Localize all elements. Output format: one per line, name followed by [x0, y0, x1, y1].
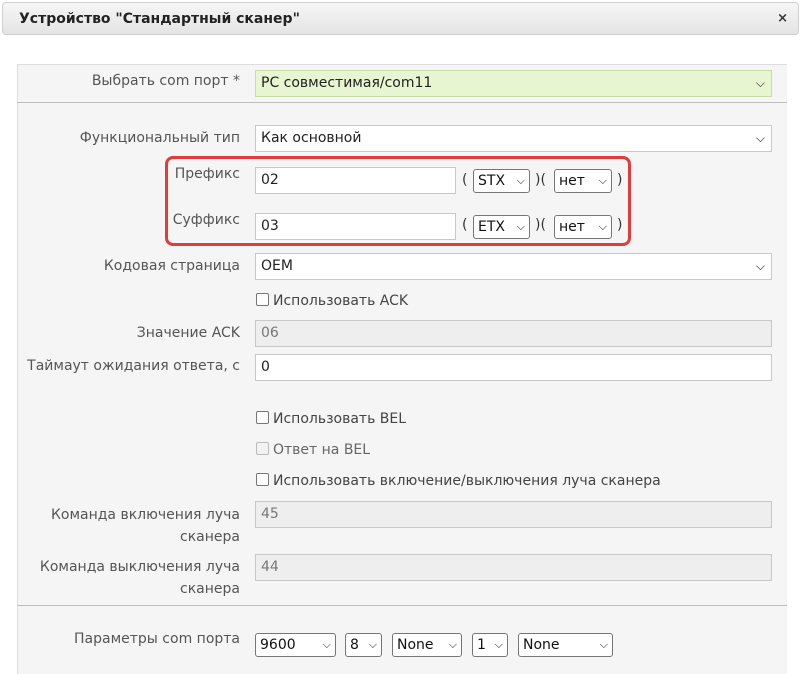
- codepage-value: OEM: [261, 258, 293, 274]
- flow-select[interactable]: None ⌵: [518, 633, 613, 657]
- chevron-down-icon: ⌵: [322, 638, 331, 651]
- bel-reply-label: Ответ на BEL: [273, 442, 371, 458]
- chevron-down-icon: ⌵: [448, 638, 457, 651]
- chevron-down-icon: ⌵: [494, 638, 503, 651]
- use-ack-label: Использовать ACK: [273, 293, 409, 309]
- timeout-label: Таймаут ожидания ответа, с: [27, 358, 240, 374]
- baud-value: 9600: [260, 637, 296, 653]
- use-ack-checkbox[interactable]: Использовать ACK: [256, 293, 408, 309]
- bits-value: 8: [350, 637, 359, 653]
- checkbox-box[interactable]: [256, 411, 269, 424]
- bel-reply-checkbox: Ответ на BEL: [256, 442, 370, 458]
- use-bel-label: Использовать BEL: [273, 411, 407, 427]
- chevron-down-icon: ⌵: [755, 131, 765, 145]
- close-icon[interactable]: ×: [777, 11, 788, 26]
- chevron-down-icon: ⌵: [368, 638, 377, 651]
- dialog-titlebar: Устройство "Стандартный сканер" ×: [2, 2, 799, 35]
- divider: [17, 102, 787, 103]
- dialog-title: Устройство "Стандартный сканер": [19, 11, 300, 27]
- stop-value: 1: [477, 637, 486, 653]
- beam-off-label: Команда выключения луча сканера: [39, 559, 240, 597]
- beam-off-field: 44: [255, 554, 772, 581]
- com-port-value: PC совместимая/com11: [261, 75, 433, 91]
- baud-select[interactable]: 9600 ⌵: [255, 633, 336, 657]
- divider: [17, 605, 787, 606]
- func-type-select[interactable]: Как основной ⌵: [255, 125, 772, 152]
- codepage-select[interactable]: OEM ⌵: [255, 253, 772, 280]
- chevron-down-icon: ⌵: [755, 259, 765, 273]
- com-port-label: Выбрать com порт *: [91, 73, 240, 89]
- parity-select[interactable]: None ⌵: [392, 633, 462, 657]
- highlight-box: [165, 156, 631, 246]
- timeout-input[interactable]: 0: [255, 354, 772, 381]
- com-params-label: Параметры com порта: [74, 631, 240, 647]
- func-type-value: Как основной: [261, 130, 362, 146]
- func-type-label: Функциональный тип: [79, 130, 240, 146]
- com-port-select[interactable]: PC совместимая/com11 ⌵: [255, 70, 772, 97]
- beam-on-label: Команда включения луча сканера: [50, 507, 240, 545]
- checkbox-box[interactable]: [256, 473, 269, 486]
- checkbox-box[interactable]: [256, 293, 269, 306]
- use-bel-checkbox[interactable]: Использовать BEL: [256, 411, 406, 427]
- chevron-down-icon: ⌵: [755, 76, 765, 90]
- flow-value: None: [523, 637, 560, 653]
- use-beam-label: Использовать включение/выключения луча с…: [273, 473, 661, 489]
- ack-value-label: Значение ACK: [136, 325, 240, 341]
- parity-value: None: [397, 637, 434, 653]
- codepage-label: Кодовая страница: [103, 258, 240, 274]
- checkbox-box: [256, 442, 269, 455]
- bits-select[interactable]: 8 ⌵: [345, 633, 382, 657]
- beam-on-field: 45: [255, 501, 772, 528]
- ack-value-field: 06: [255, 320, 772, 347]
- use-beam-checkbox[interactable]: Использовать включение/выключения луча с…: [256, 473, 661, 489]
- chevron-down-icon: ⌵: [599, 638, 608, 651]
- stop-select[interactable]: 1 ⌵: [472, 633, 508, 657]
